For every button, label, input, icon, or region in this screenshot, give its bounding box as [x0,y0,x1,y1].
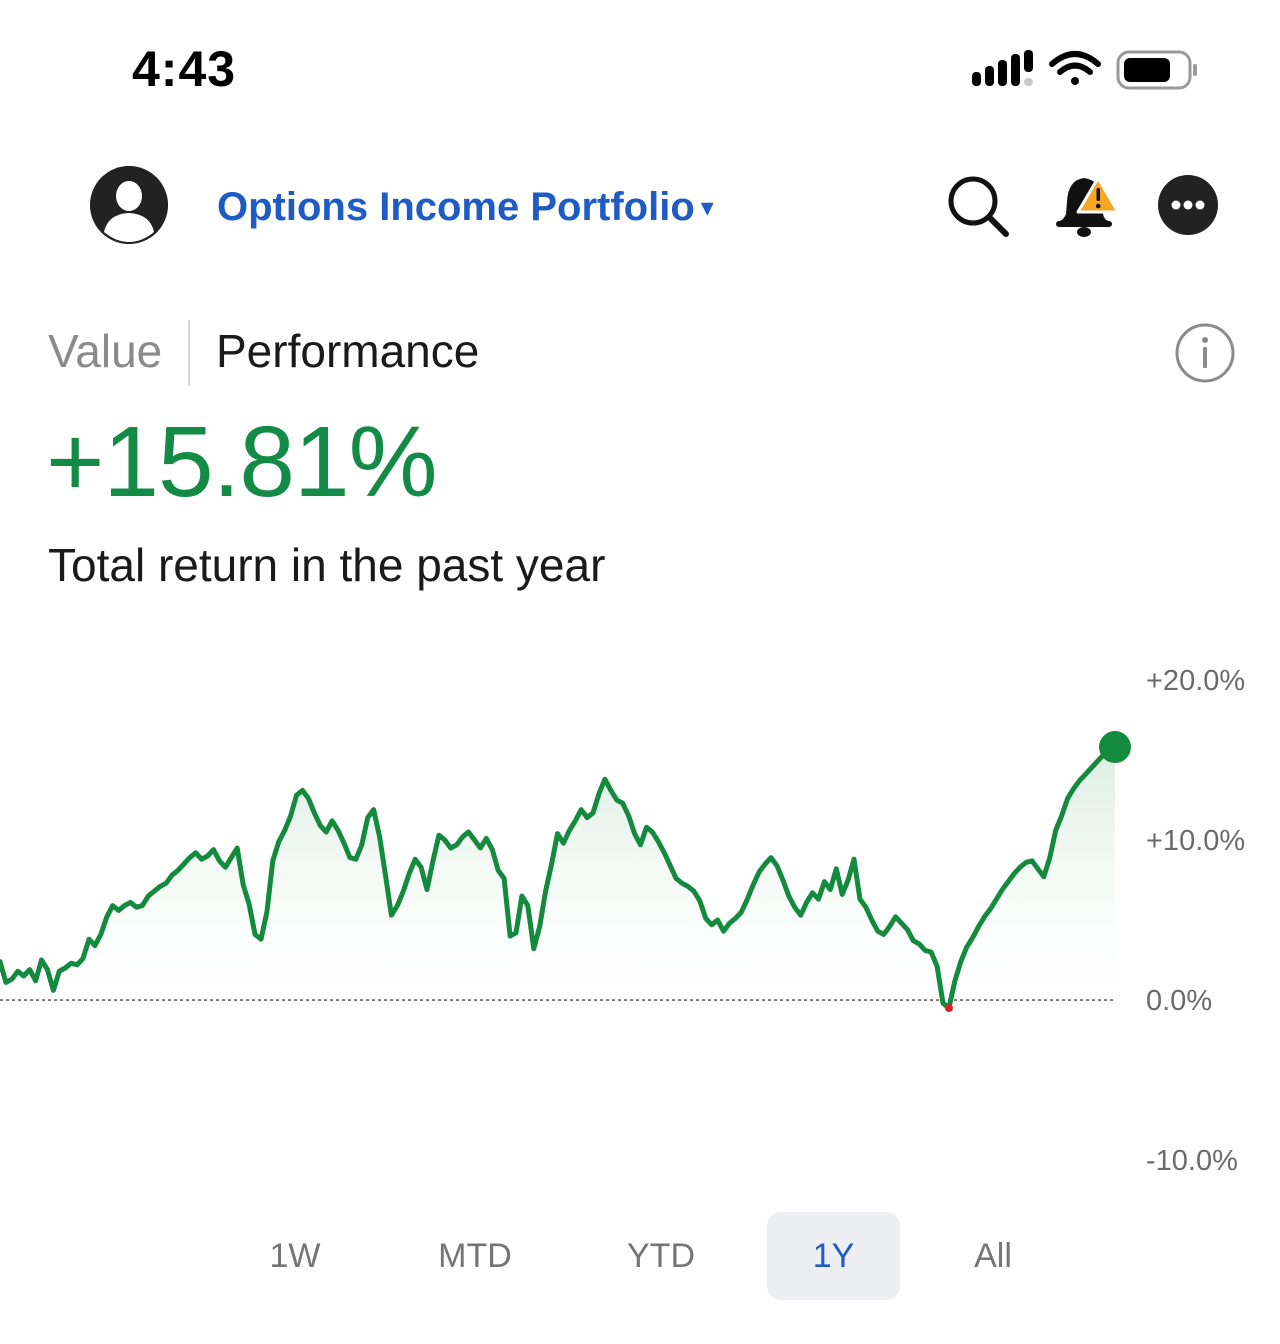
range-selector: 1W MTD YTD 1Y All [230,1212,1060,1300]
y-tick-label: +10.0% [1146,825,1245,857]
status-bar: 4:43 [0,0,1280,140]
tab-performance[interactable]: Performance [216,324,479,378]
performance-value: +15.81% [46,406,438,518]
portfolio-selector[interactable]: Options Income Portfolio ▾ [217,185,714,230]
performance-chart[interactable]: +20.0% +10.0% 0.0% -10.0% [0,640,1280,1200]
portfolio-name: Options Income Portfolio [217,185,695,229]
search-icon[interactable] [946,174,1012,240]
range-ytd-button[interactable]: YTD [596,1212,726,1300]
range-mtd-button[interactable]: MTD [410,1212,540,1300]
range-all-button[interactable]: All [928,1212,1058,1300]
header: Options Income Portfolio ▾ [0,160,1280,260]
person-silhouette-icon [90,166,168,244]
status-icons [972,50,1197,90]
y-axis-ticks: +20.0% +10.0% 0.0% -10.0% [1146,665,1245,1177]
status-time: 4:43 [132,41,237,97]
tab-value[interactable]: Value [48,324,162,378]
range-1w-button[interactable]: 1W [230,1212,360,1300]
wifi-icon [1049,51,1101,85]
bell-alert-icon[interactable] [1052,170,1122,240]
tab-divider [188,320,190,386]
avatar-icon[interactable] [90,166,168,244]
y-tick-label: +20.0% [1146,665,1245,697]
range-1y-button[interactable]: 1Y [767,1212,900,1300]
cellular-signal-icon [972,50,1033,86]
battery-icon [1116,50,1197,90]
performance-label: Total return in the past year [48,539,606,591]
y-tick-label: -10.0% [1146,1145,1238,1177]
negative-point-marker [944,1004,953,1012]
current-value-marker [1099,731,1131,764]
info-icon[interactable] [1174,322,1236,384]
y-tick-label: 0.0% [1146,985,1212,1017]
more-icon[interactable] [1158,175,1218,235]
caret-down-icon: ▾ [700,192,714,222]
